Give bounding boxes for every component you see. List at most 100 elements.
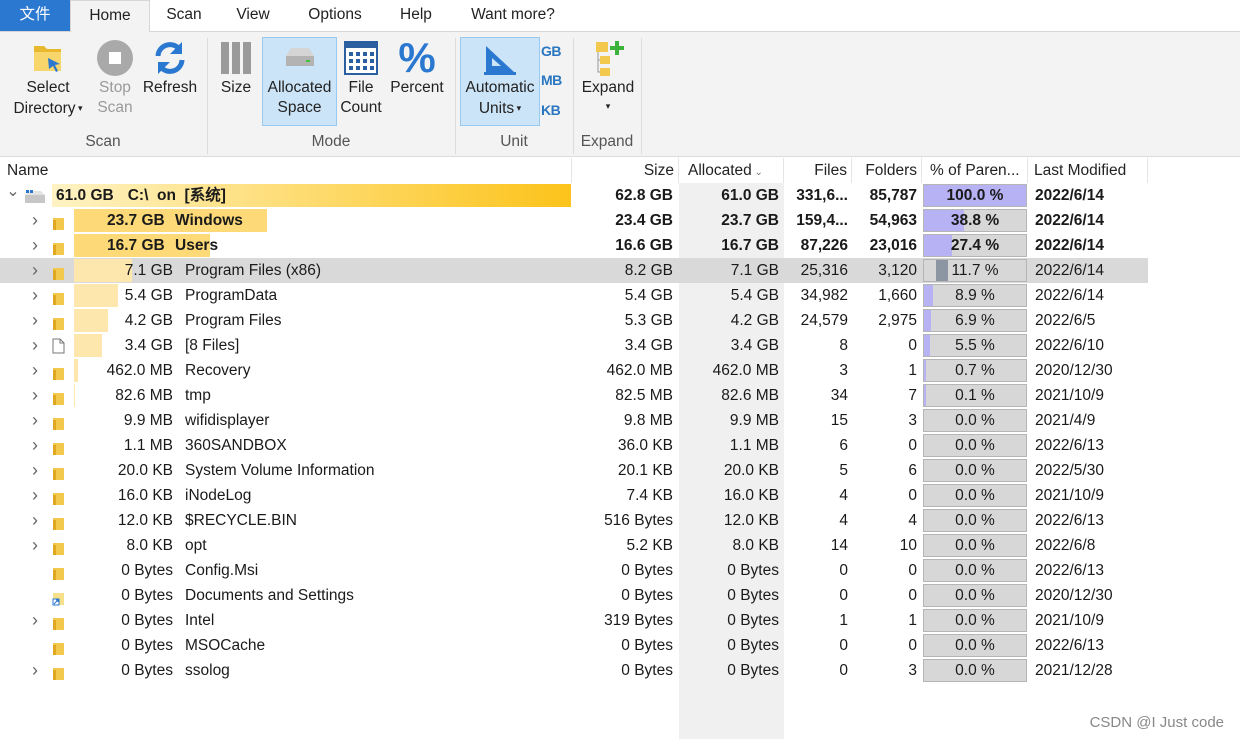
expand-chevron-icon[interactable]: › — [28, 283, 42, 308]
allocated-space-mode-button[interactable]: Allocated Space — [262, 37, 337, 126]
tab-help[interactable]: Help — [388, 0, 444, 31]
folder-icon — [52, 314, 65, 330]
tree-size-label: 23.7 GB — [107, 212, 165, 229]
expand-chevron-icon[interactable]: › — [28, 208, 42, 233]
expand-chevron-icon[interactable]: › — [28, 433, 42, 458]
expand-chevron-icon[interactable]: › — [28, 333, 42, 358]
tree-row[interactable]: › 12.0 KB $RECYCLE.BIN 516 Bytes 12.0 KB 4 4 0.… — [0, 508, 1148, 533]
folders-cell: 1 — [908, 362, 917, 379]
size-mode-button[interactable]: Size — [214, 38, 258, 126]
tree-row[interactable]: 0 Bytes Config.Msi 0 Bytes 0 Bytes 0 0 0.0 % 20… — [0, 558, 1148, 583]
last-modified-cell: 2020/12/30 — [1035, 587, 1113, 604]
expand-chevron-icon[interactable]: › — [28, 533, 42, 558]
tree-row[interactable]: › 16.7 GB Users 16.6 GB 16.7 GB 87,226 23,016 2… — [0, 233, 1148, 258]
last-modified-cell: 2022/6/14 — [1035, 262, 1104, 279]
scan-group-label: Scan — [85, 133, 121, 150]
expand-button[interactable]: Expand ▾ — [578, 38, 638, 126]
unit-mb-button[interactable]: MB — [541, 72, 562, 88]
column-header-folders[interactable]: Folders — [852, 158, 922, 183]
stop-scan-button[interactable]: Stop Scan — [92, 38, 138, 126]
select-directory-button[interactable]: Select Directory ▾ — [4, 38, 92, 126]
tree-root-row[interactable]: ⌄ 61.0 GB C:\ on [系统] 62.8 GB 61.0 GB 331,6..… — [0, 183, 1148, 208]
column-header-files[interactable]: Files — [784, 158, 852, 183]
expand-chevron-icon[interactable]: › — [28, 608, 42, 633]
select-directory-line-2: Directory ▾ — [4, 98, 92, 119]
automatic-units-button[interactable]: Automatic Units ▾ — [460, 37, 540, 126]
percent-of-parent-bar: 6.9 % — [923, 309, 1027, 332]
tree-row[interactable]: › 4.2 GB Program Files 5.3 GB 4.2 GB 24,579 2,… — [0, 308, 1148, 333]
size-cell: 62.8 GB — [615, 187, 673, 204]
size-cell: 7.4 KB — [626, 487, 673, 504]
tree-row[interactable]: 0 Bytes MSOCache 0 Bytes 0 Bytes 0 0 0.0 % 2022… — [0, 633, 1148, 658]
tree-row[interactable]: › 462.0 MB Recovery 462.0 MB 462.0 MB 3 1 0.7 %… — [0, 358, 1148, 383]
last-modified-cell: 2022/6/13 — [1035, 637, 1104, 654]
tab-want-more[interactable]: Want more? — [458, 0, 568, 31]
folders-cell: 1,660 — [878, 287, 917, 304]
tree-row[interactable]: › 9.9 MB wifidisplayer 9.8 MB 9.9 MB 15 3 0.0 %… — [0, 408, 1148, 433]
tree-row[interactable]: › 82.6 MB tmp 82.5 MB 82.6 MB 34 7 0.1 % 2021/10… — [0, 383, 1148, 408]
percent-text: 0.0 % — [955, 587, 995, 604]
expand-chevron-icon[interactable]: › — [28, 458, 42, 483]
tree-name: $RECYCLE.BIN — [185, 512, 297, 529]
percent-mode-button[interactable]: % Percent — [386, 37, 448, 126]
column-header-percent[interactable]: % of Paren... — [922, 158, 1028, 183]
allocated-cell: 12.0 KB — [723, 512, 779, 529]
unit-gb-button[interactable]: GB — [541, 43, 562, 59]
expand-chevron-icon[interactable]: › — [28, 383, 42, 408]
tab-home[interactable]: Home — [70, 0, 150, 32]
percent-of-parent-bar: 5.5 % — [923, 334, 1027, 357]
refresh-button[interactable]: Refresh — [140, 38, 200, 126]
column-header-name[interactable]: Name — [2, 158, 572, 183]
tab-view[interactable]: View — [222, 0, 284, 31]
percent-of-parent-bar: 0.0 % — [923, 434, 1027, 457]
tab-options[interactable]: Options — [296, 0, 374, 31]
column-header-last-modified[interactable]: Last Modified — [1028, 158, 1148, 183]
expand-chevron-icon[interactable]: › — [28, 233, 42, 258]
tree-row[interactable]: › 5.4 GB ProgramData 5.4 GB 5.4 GB 34,982 1,66… — [0, 283, 1148, 308]
tree-row[interactable]: › 0 Bytes Intel 319 Bytes 0 Bytes 1 1 0.0 % 2021… — [0, 608, 1148, 633]
percent-text: 0.0 % — [955, 637, 995, 654]
last-modified-cell: 2021/10/9 — [1035, 487, 1104, 504]
expand-chevron-icon[interactable]: › — [28, 658, 42, 683]
expand-chevron-icon[interactable]: › — [28, 508, 42, 533]
tree-row[interactable]: › 8.0 KB opt 5.2 KB 8.0 KB 14 10 0.0 % 2022/6/8 — [0, 533, 1148, 558]
folders-cell: 7 — [908, 387, 917, 404]
folder-icon — [52, 564, 65, 580]
tree-row[interactable]: › 20.0 KB System Volume Information 20.1 KB… — [0, 458, 1148, 483]
files-cell: 34 — [830, 387, 848, 404]
tree-row[interactable]: › 23.7 GB Windows 23.4 GB 23.7 GB 159,4... 54,… — [0, 208, 1148, 233]
unit-kb-button[interactable]: KB — [541, 102, 561, 118]
expand-chevron-icon[interactable]: › — [28, 483, 42, 508]
expand-label: Expand — [581, 79, 635, 96]
column-header-size[interactable]: Size — [572, 158, 679, 183]
files-cell: 0 — [839, 637, 848, 654]
folder-icon — [52, 639, 65, 655]
file-count-mode-button[interactable]: File Count — [338, 38, 384, 126]
expander-placeholder — [28, 633, 42, 658]
column-header-allocated[interactable]: Allocated ⌄ — [679, 158, 784, 183]
expand-chevron-icon[interactable]: › — [28, 408, 42, 433]
expand-chevron-icon[interactable]: › — [28, 358, 42, 383]
percent-of-parent-bar: 0.0 % — [923, 459, 1027, 482]
tab-file[interactable]: 文件 — [0, 0, 70, 31]
expand-chevron-icon[interactable]: › — [28, 258, 42, 283]
tab-scan[interactable]: Scan — [152, 0, 216, 31]
size-cell: 23.4 GB — [615, 212, 673, 229]
allocated-cell: 3.4 GB — [730, 337, 779, 354]
tree-row[interactable]: › 7.1 GB Program Files (x86) 8.2 GB 7.1 GB 25… — [0, 258, 1148, 283]
tree-row[interactable]: 0 Bytes Documents and Settings 0 Bytes 0 By… — [0, 583, 1148, 608]
collapse-chevron-icon[interactable]: ⌄ — [6, 183, 20, 208]
tree-row[interactable]: › 16.0 KB iNodeLog 7.4 KB 16.0 KB 4 0 0.0 % 2021… — [0, 483, 1148, 508]
allocated-cell: 61.0 GB — [721, 187, 779, 204]
tree-row[interactable]: › 3.4 GB [8 Files] 3.4 GB 3.4 GB 8 0 5.5 % 2022/… — [0, 333, 1148, 358]
tree-row[interactable]: › 1.1 MB 360SANDBOX 36.0 KB 1.1 MB 6 0 0.0 % 202… — [0, 433, 1148, 458]
tree-row[interactable]: › 0 Bytes ssolog 0 Bytes 0 Bytes 0 3 0.0 % 2021/… — [0, 658, 1148, 683]
folder-icon — [52, 364, 65, 380]
chevron-down-icon: ▾ — [605, 101, 611, 111]
tree-size-label: 82.6 MB — [115, 387, 173, 404]
folders-cell: 6 — [908, 462, 917, 479]
expand-chevron-icon[interactable]: › — [28, 308, 42, 333]
percent-of-parent-bar: 0.7 % — [923, 359, 1027, 382]
set-square-icon — [484, 46, 516, 75]
tree-size-label: 8.0 KB — [126, 537, 173, 554]
